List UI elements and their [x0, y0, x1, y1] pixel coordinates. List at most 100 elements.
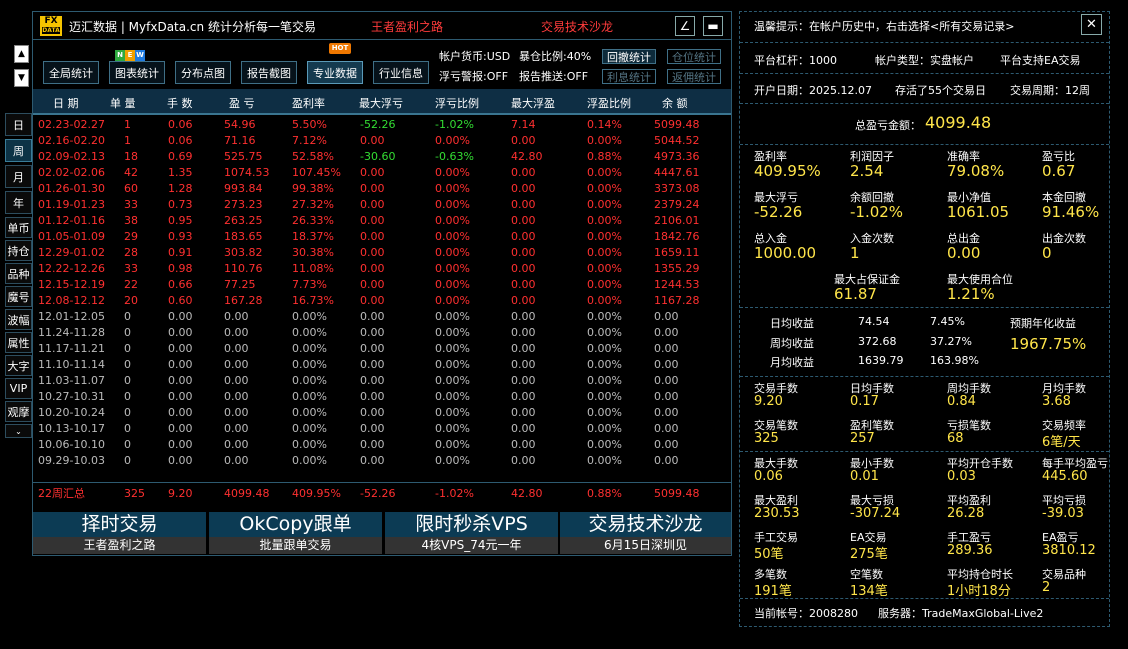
- table-row[interactable]: 01.19-01.23 33 0.73 273.23 27.32% 0.00 0.00% 0.…: [33, 197, 731, 213]
- rail-item-month[interactable]: 月: [5, 165, 32, 188]
- table-row[interactable]: 01.26-01.30 60 1.28 993.84 99.38% 0.00 0.00% 0.…: [33, 181, 731, 197]
- industry-info-button[interactable]: 行业信息: [373, 61, 429, 84]
- link-profit-road[interactable]: 王者盈利之路: [371, 18, 443, 35]
- rail-item-single-currency[interactable]: 单币: [5, 217, 32, 238]
- summary-label: 22周汇总: [38, 487, 85, 500]
- table-row[interactable]: 11.10-11.14 0 0.00 0.00 0.00% 0.00 0.00% 0.00 0.…: [33, 357, 731, 373]
- cell-date: 12.01-12.05: [38, 310, 105, 323]
- promo-salon[interactable]: 交易技术沙龙 6月15日深圳见: [560, 512, 731, 556]
- cell-balance: 0.00: [654, 454, 679, 467]
- table-row[interactable]: 10.27-10.31 0 0.00 0.00 0.00% 0.00 0.00% 0.00 0.…: [33, 389, 731, 405]
- table-row[interactable]: 02.16-02.20 1 0.06 71.16 7.12% 0.00 0.00% 0.00 0…: [33, 133, 731, 149]
- rail-item-symbols[interactable]: 品种: [5, 263, 32, 284]
- position-stats-button[interactable]: 仓位统计: [667, 49, 721, 64]
- global-stats-button[interactable]: 全局统计: [43, 61, 99, 84]
- cell-orders: 28: [124, 246, 138, 259]
- cell-date: 01.05-01.09: [38, 230, 105, 243]
- stat-value: 3.68: [1042, 394, 1071, 409]
- col-float-loss-ratio[interactable]: 浮亏比例: [435, 95, 479, 111]
- edit-button[interactable]: ∠: [675, 16, 695, 36]
- promo-vps[interactable]: 限时秒杀VPS 4核VPS_74元一年: [385, 512, 558, 556]
- cell-max-float-profit: 0.00: [511, 182, 536, 195]
- col-max-float-loss[interactable]: 最大浮亏: [359, 95, 403, 111]
- distribution-button[interactable]: 分布点图: [175, 61, 231, 84]
- cell-profit-rate: 5.50%: [292, 118, 327, 131]
- col-date[interactable]: 日 期: [53, 95, 79, 111]
- cell-orders: 0: [124, 438, 131, 451]
- promo-okcopy[interactable]: OkCopy跟单 批量跟单交易: [209, 512, 382, 556]
- cell-lots: 0.66: [168, 278, 193, 291]
- cell-date: 12.22-12.26: [38, 262, 105, 275]
- cell-balance: 0.00: [654, 326, 679, 339]
- col-balance[interactable]: 余 额: [662, 95, 688, 111]
- drawdown-stats-button[interactable]: 回撤统计: [602, 49, 656, 64]
- table-row[interactable]: 12.01-12.05 0 0.00 0.00 0.00% 0.00 0.00% 0.00 0.…: [33, 309, 731, 325]
- cell-pnl: 183.65: [224, 230, 263, 243]
- rail-item-large-font[interactable]: 大字: [5, 355, 32, 376]
- rail-item-magic[interactable]: 魔号: [5, 286, 32, 307]
- table-row[interactable]: 01.05-01.09 29 0.93 183.65 18.37% 0.00 0.00% 0.…: [33, 229, 731, 245]
- close-button[interactable]: ✕: [1081, 14, 1102, 35]
- promo-timing-trade[interactable]: 择时交易 王者盈利之路: [33, 512, 206, 556]
- col-profit-rate[interactable]: 盈利率: [292, 95, 325, 111]
- table-row[interactable]: 09.29-10.03 0 0.00 0.00 0.00% 0.00 0.00% 0.00 0.…: [33, 453, 731, 469]
- scroll-down-button[interactable]: ▼: [14, 69, 29, 87]
- cell-profit-rate: 99.38%: [292, 182, 334, 195]
- cell-lots: 0.00: [168, 390, 193, 403]
- rebate-stats-button[interactable]: 返佣统计: [667, 69, 721, 84]
- report-screenshot-button[interactable]: 报告截图: [241, 61, 297, 84]
- rail-item-amplitude[interactable]: 波幅: [5, 309, 32, 330]
- table-row[interactable]: 02.09-02.13 18 0.69 525.75 52.58% -30.60 -0.63…: [33, 149, 731, 165]
- open-info-section: 开户日期：2025.12.07 存活了55个交易日 交易周期：12周: [740, 74, 1109, 104]
- table-row[interactable]: 11.24-11.28 0 0.00 0.00 0.00% 0.00 0.00% 0.00 0.…: [33, 325, 731, 341]
- cell-profit-rate: 0.00%: [292, 358, 327, 371]
- col-max-float-profit[interactable]: 最大浮盈: [511, 95, 555, 111]
- table-row[interactable]: 12.08-12.12 20 0.60 167.28 16.73% 0.00 0.00% 0.…: [33, 293, 731, 309]
- rail-item-week[interactable]: 周: [5, 139, 32, 162]
- table-row[interactable]: 12.22-12.26 33 0.98 110.76 11.08% 0.00 0.00% 0.…: [33, 261, 731, 277]
- float-loss-alert[interactable]: 浮亏警报:OFF: [439, 68, 508, 84]
- stat-value: 134笔: [850, 584, 888, 599]
- rail-item-attributes[interactable]: 属性: [5, 332, 32, 353]
- cell-max-float-profit: 0.00: [511, 294, 536, 307]
- minimize-button[interactable]: ▬: [703, 16, 723, 36]
- rail-item-day[interactable]: 日: [5, 113, 32, 136]
- interest-stats-button[interactable]: 利息统计: [602, 69, 656, 84]
- pro-data-button[interactable]: 专业数据: [307, 61, 363, 84]
- table-row[interactable]: 01.12-01.16 38 0.95 263.25 26.33% 0.00 0.00% 0.…: [33, 213, 731, 229]
- new-badge-n: N: [115, 50, 125, 61]
- cell-float-profit-ratio: 0.00%: [587, 198, 622, 211]
- chevron-down-icon[interactable]: ⌄: [5, 424, 32, 438]
- report-push[interactable]: 报告推送:OFF: [519, 68, 588, 84]
- table-row[interactable]: 12.29-01.02 28 0.91 303.82 30.38% 0.00 0.00% 0.…: [33, 245, 731, 261]
- col-float-profit-ratio[interactable]: 浮盈比例: [587, 95, 631, 111]
- scroll-up-button[interactable]: ▲: [14, 45, 29, 63]
- cell-float-loss-ratio: 0.00%: [435, 262, 470, 275]
- table-row[interactable]: 02.02-02.06 42 1.35 1074.53 107.45% 0.00 0.00%…: [33, 165, 731, 181]
- cell-balance: 1659.11: [654, 246, 700, 259]
- col-pnl[interactable]: 盈 亏: [229, 95, 255, 111]
- col-lots[interactable]: 手 数: [167, 95, 193, 111]
- rail-item-vip[interactable]: VIP: [5, 378, 32, 399]
- cell-max-float-profit: 7.14: [511, 118, 536, 131]
- table-row[interactable]: 10.06-10.10 0 0.00 0.00 0.00% 0.00 0.00% 0.00 0.…: [33, 437, 731, 453]
- table-row[interactable]: 11.17-11.21 0 0.00 0.00 0.00% 0.00 0.00% 0.00 0.…: [33, 341, 731, 357]
- col-orders[interactable]: 单 量: [110, 95, 136, 111]
- table-row[interactable]: 11.03-11.07 0 0.00 0.00 0.00% 0.00 0.00% 0.00 0.…: [33, 373, 731, 389]
- rail-item-year[interactable]: 年: [5, 191, 32, 214]
- stat-value: -1.02%: [850, 203, 904, 221]
- summary-row: 22周汇总 325 9.20 4099.48 409.95% -52.26 -1…: [33, 482, 731, 504]
- stat-value: 91.46%: [1042, 203, 1100, 221]
- table-row[interactable]: 10.20-10.24 0 0.00 0.00 0.00% 0.00 0.00% 0.00 0.…: [33, 405, 731, 421]
- table-row[interactable]: 02.23-02.27 1 0.06 54.96 5.50% -52.26 -1.02% 7.…: [33, 117, 731, 133]
- rail-item-observe[interactable]: 观摩: [5, 401, 32, 422]
- cell-max-float-profit: 0.00: [511, 374, 536, 387]
- link-trading-salon[interactable]: 交易技术沙龙: [541, 18, 613, 35]
- chart-stats-button[interactable]: 图表统计: [109, 61, 165, 84]
- table-row[interactable]: 12.15-12.19 22 0.66 77.25 7.73% 0.00 0.00% 0.00…: [33, 277, 731, 293]
- edit-icon: ∠: [679, 19, 691, 33]
- server-name: 服务器：TradeMaxGlobal-Live2: [878, 607, 1044, 620]
- side-rail: 日 周 月 年 单币 持仓 品种 魔号 波幅 属性 大字 VIP 观摩 ⌄: [5, 113, 32, 441]
- table-row[interactable]: 10.13-10.17 0 0.00 0.00 0.00% 0.00 0.00% 0.00 0.…: [33, 421, 731, 437]
- rail-item-positions[interactable]: 持仓: [5, 240, 32, 261]
